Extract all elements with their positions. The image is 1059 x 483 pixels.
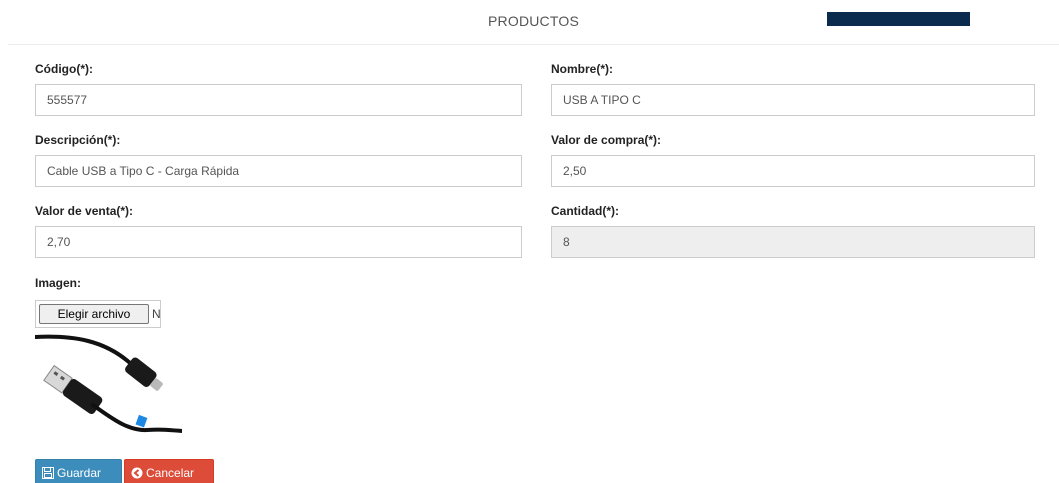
- page-header: PRODUCTOS: [8, 0, 1059, 45]
- cancel-button-label: Cancelar: [146, 466, 195, 480]
- descripcion-input[interactable]: Cable USB a Tipo C - Carga Rápida: [35, 155, 522, 187]
- choose-file-button[interactable]: Elegir archivo: [39, 304, 149, 324]
- product-preview-image: [35, 334, 182, 433]
- valor-venta-label: Valor de venta(*):: [35, 204, 134, 218]
- cancel-button[interactable]: Cancelar: [124, 459, 214, 483]
- codigo-input[interactable]: 555577: [35, 84, 522, 116]
- save-button-label: Guardar: [57, 466, 102, 480]
- cantidad-label: Cantidad(*):: [551, 204, 619, 218]
- header-banner-bar: [827, 12, 970, 26]
- floppy-disk-icon: [42, 467, 54, 479]
- valor-compra-input[interactable]: 2,50: [551, 155, 1035, 187]
- descripcion-label: Descripción(*):: [35, 133, 121, 147]
- cantidad-input: 8: [551, 226, 1035, 258]
- valor-venta-input[interactable]: 2,70: [35, 226, 522, 258]
- imagen-label: Imagen:: [35, 276, 82, 290]
- imagen-file-input[interactable]: Elegir archivo N: [35, 300, 161, 328]
- circle-arrow-left-icon: [131, 467, 143, 479]
- save-button[interactable]: Guardar: [35, 459, 122, 483]
- product-form-page: PRODUCTOS Código(*): 555577 Nombre(*): U…: [0, 0, 1059, 483]
- codigo-label: Código(*):: [35, 62, 93, 76]
- nombre-label: Nombre(*):: [551, 62, 613, 76]
- file-status-text: N: [152, 307, 161, 321]
- nombre-input[interactable]: USB A TIPO C: [551, 84, 1035, 116]
- valor-compra-label: Valor de compra(*):: [551, 133, 662, 147]
